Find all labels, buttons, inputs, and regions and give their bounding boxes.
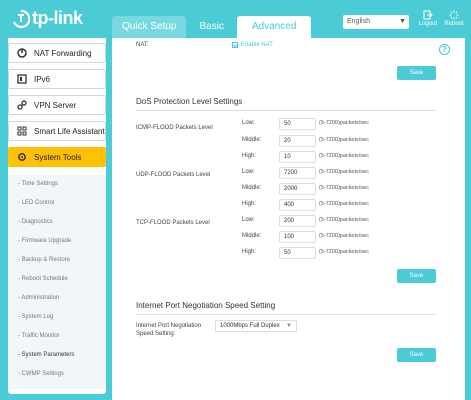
tab-quick-setup[interactable]: Quick Setup xyxy=(112,16,187,38)
language-value: English xyxy=(347,18,370,25)
sidebar-item-label: NAT Forwarding xyxy=(34,48,92,58)
submenu-backup-restore[interactable]: - Backup & Restore xyxy=(18,257,70,263)
icmp-flood-label: ICMP-FLOOD Packets Level xyxy=(136,125,213,131)
ipv6-icon xyxy=(17,74,27,84)
speed-label-line1: Internet Port Negotiation xyxy=(136,323,202,329)
save-button-dos[interactable]: Save xyxy=(397,269,436,283)
sidebar-item-ipv6[interactable]: IPv6 xyxy=(8,69,106,89)
udp-low-input[interactable]: 7200 xyxy=(279,167,316,179)
right-border xyxy=(465,38,471,400)
level-label: Middle: xyxy=(242,233,262,239)
sidebar-item-nat-forwarding[interactable]: NAT Forwarding xyxy=(8,43,106,63)
submenu-led-control[interactable]: - LED Control xyxy=(18,200,54,206)
chevron-down-icon: ▼ xyxy=(286,323,292,329)
sidebar-item-label: System Tools xyxy=(34,152,82,162)
nat-forwarding-icon xyxy=(17,48,27,58)
save-button-nat[interactable]: Save xyxy=(397,66,436,80)
grid-icon xyxy=(17,126,27,136)
tp-link-logo-icon xyxy=(12,9,30,28)
unit-label: (5-7200)packets/sec xyxy=(319,217,369,223)
sidebar-item-label: VPN Server xyxy=(34,100,77,110)
enable-nat-label: Enable NAT xyxy=(241,42,273,48)
vpn-icon xyxy=(17,100,27,110)
dos-section-title: DoS Protection Level Settings xyxy=(136,97,243,106)
language-select[interactable]: English ▼ xyxy=(343,15,409,29)
unit-label: (5-7200)packets/sec xyxy=(319,201,369,207)
level-label: Low: xyxy=(242,120,255,126)
system-tools-submenu: - Time Settings - LED Control - Diagnost… xyxy=(8,175,106,389)
top-header: tp-link Quick Setup Basic Advanced Engli… xyxy=(0,0,471,38)
sidebar-item-label: IPv6 xyxy=(34,74,51,84)
speed-label-line2: Speed Setting: xyxy=(136,331,176,337)
submenu-system-log[interactable]: - System Log xyxy=(18,314,53,320)
sidebar-item-vpn-server[interactable]: VPN Server xyxy=(8,95,106,115)
sidebar-item-system-tools[interactable]: System Tools xyxy=(8,147,106,167)
submenu-administration[interactable]: - Administration xyxy=(18,295,59,301)
level-label: High: xyxy=(242,201,257,207)
submenu-reboot-schedule[interactable]: - Reboot Schedule xyxy=(18,276,68,282)
divider xyxy=(136,110,436,111)
level-label: Middle: xyxy=(242,185,262,191)
logout-button[interactable]: Logout xyxy=(414,10,442,27)
level-label: Low: xyxy=(242,217,255,223)
sidebar-panel: NAT Forwarding IPv6 VPN Server Smart Lif… xyxy=(8,38,106,394)
nat-label: NAT: xyxy=(136,42,149,48)
speed-select[interactable]: 1000Mbps Full Duplex ▼ xyxy=(215,320,297,332)
save-button-speed[interactable]: Save xyxy=(397,348,436,362)
tab-basic[interactable]: Basic xyxy=(189,16,233,38)
submenu-time-settings[interactable]: - Time Settings xyxy=(18,181,58,187)
level-label: High: xyxy=(242,249,257,255)
sidebar: NAT Forwarding IPv6 VPN Server Smart Lif… xyxy=(0,38,112,400)
icmp-middle-input[interactable]: 20 xyxy=(279,135,316,147)
main-content: ? NAT: Enable NAT Save DoS Protection Le… xyxy=(112,38,465,400)
gear-icon xyxy=(17,152,27,162)
tab-advanced[interactable]: Advanced xyxy=(236,16,312,38)
level-label: High: xyxy=(242,153,257,159)
tcp-low-input[interactable]: 200 xyxy=(279,215,316,227)
level-label: Middle: xyxy=(242,137,262,143)
udp-high-input[interactable]: 400 xyxy=(279,199,316,211)
tcp-middle-input[interactable]: 100 xyxy=(279,231,316,243)
unit-label: (5-7200)packets/sec xyxy=(319,169,369,175)
unit-label: (5-7200)packets/sec xyxy=(319,233,369,239)
unit-label: (5-7200)packets/sec xyxy=(319,249,369,255)
help-icon[interactable]: ? xyxy=(439,44,450,55)
sidebar-item-label: Smart Life Assistant xyxy=(34,126,105,136)
submenu-system-parameters[interactable]: - System Parameters xyxy=(18,352,74,358)
icmp-high-input[interactable]: 10 xyxy=(279,151,316,163)
sidebar-item-smart-life-assistant[interactable]: Smart Life Assistant xyxy=(8,121,106,141)
divider xyxy=(136,314,436,315)
icmp-low-input[interactable]: 50 xyxy=(279,118,316,130)
tcp-high-input[interactable]: 50 xyxy=(279,247,316,259)
unit-label: (5-7200)packets/sec xyxy=(319,153,369,159)
reboot-label: Reboot xyxy=(444,21,464,27)
submenu-traffic-monitor[interactable]: - Traffic Monitor xyxy=(18,333,60,339)
checkbox-checked-icon xyxy=(232,42,238,48)
speed-section-title: Internet Port Negotiation Speed Setting xyxy=(136,301,276,310)
submenu-diagnostics[interactable]: - Diagnostics xyxy=(18,219,53,225)
tp-link-logo: tp-link xyxy=(12,8,83,29)
udp-middle-input[interactable]: 2000 xyxy=(279,183,316,195)
submenu-firmware-upgrade[interactable]: - Firmware Upgrade xyxy=(18,238,71,244)
unit-label: (5-7200)packets/sec xyxy=(319,137,369,143)
tcp-flood-label: TCP-FLOOD Packets Level xyxy=(136,220,210,226)
reboot-button[interactable]: Reboot xyxy=(440,10,468,27)
speed-select-value: 1000Mbps Full Duplex xyxy=(220,323,280,329)
chevron-down-icon: ▼ xyxy=(399,18,406,25)
logout-label: Logout xyxy=(418,21,438,27)
enable-nat-checkbox[interactable]: Enable NAT xyxy=(232,42,273,48)
logout-icon xyxy=(423,10,433,20)
main-tabs: Quick Setup Basic Advanced xyxy=(112,16,314,38)
reboot-icon xyxy=(449,10,459,20)
submenu-cwmp-settings[interactable]: - CWMP Settings xyxy=(18,371,64,377)
unit-label: (5-7200)packets/sec xyxy=(319,120,369,126)
unit-label: (5-7200)packets/sec xyxy=(319,185,369,191)
udp-flood-label: UDP-FLOOD Packets Level xyxy=(136,172,211,178)
logo-text: tp-link xyxy=(32,8,83,28)
level-label: Low: xyxy=(242,169,255,175)
